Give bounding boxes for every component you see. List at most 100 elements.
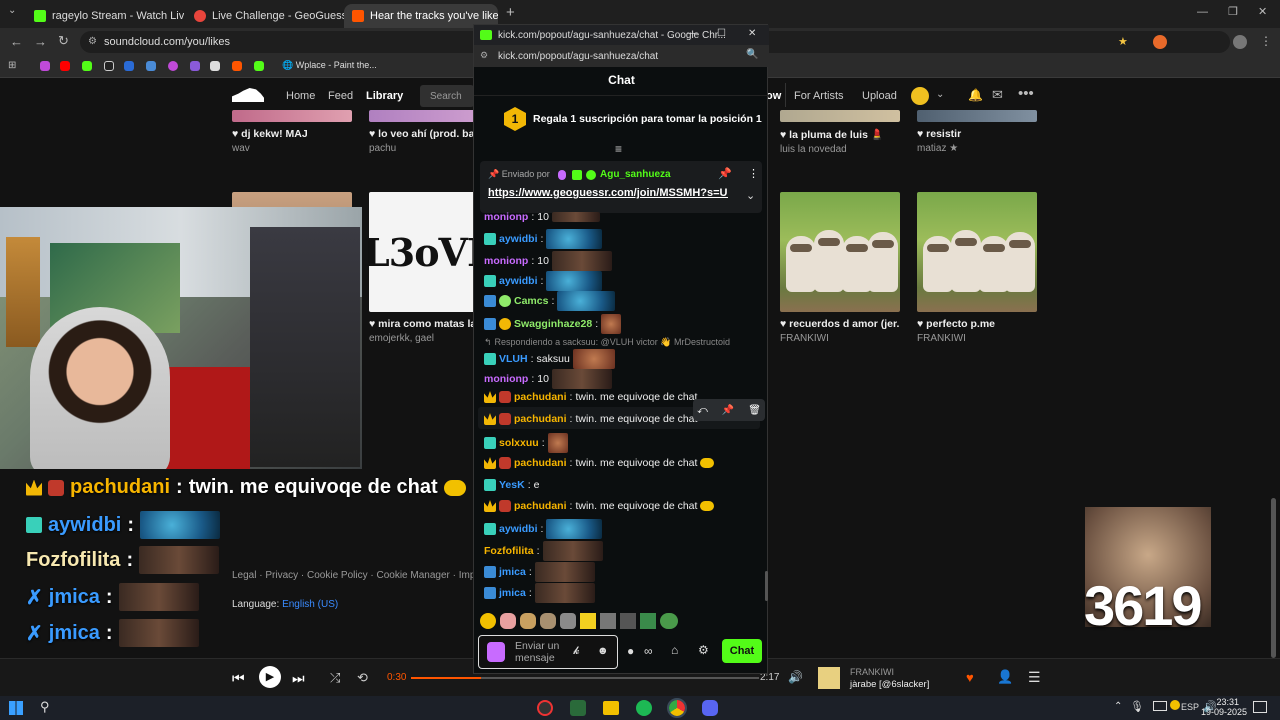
file-explorer-icon[interactable] — [603, 701, 619, 715]
track-card[interactable]: ♥ recuerdos d amor (jer... FRANKIWI — [780, 192, 900, 344]
chat-message[interactable]: aywidbi: — [484, 229, 603, 249]
popup-close-icon[interactable]: ✕ — [748, 28, 756, 39]
bookmark-soundcloud-icon[interactable] — [232, 61, 242, 71]
apps-grid-icon[interactable]: ⊞ — [8, 60, 16, 71]
close-window-icon[interactable]: ✕ — [1258, 5, 1267, 18]
search-input[interactable]: Search — [420, 85, 474, 107]
tab-kick[interactable]: rageylo Stream - Watch Live on ✕ — [26, 4, 184, 28]
track-artwork[interactable] — [369, 110, 489, 122]
emote-icon[interactable] — [500, 613, 516, 629]
chat-username[interactable]: pachudani — [514, 413, 567, 425]
track-artwork-cats[interactable] — [780, 192, 900, 312]
bookmark-tiktok-icon[interactable] — [104, 61, 114, 71]
expand-chevron-icon[interactable]: ⌄ — [746, 189, 755, 202]
previous-track-icon[interactable]: ⏮ — [232, 670, 245, 687]
bookmark-twitch-icon[interactable] — [40, 61, 50, 71]
emote-icon[interactable] — [560, 613, 576, 629]
track-card[interactable]: ♥ la pluma de luis 💄 luis la novedad — [780, 110, 900, 155]
follow-user-icon[interactable]: 👤 — [997, 669, 1013, 685]
track-title[interactable]: ♥ resistir — [917, 128, 1037, 140]
site-info-icon[interactable]: ⚙ — [88, 36, 97, 47]
track-card[interactable]: L3oVE ♥ mira como matas la emojerkk, gae… — [363, 192, 496, 344]
emote-icon[interactable] — [600, 613, 616, 629]
nav-home[interactable]: Home — [286, 90, 315, 102]
shuffle-icon[interactable]: ⤮ — [330, 670, 340, 686]
player-artist[interactable]: FRANKIWI — [850, 667, 894, 677]
restore-icon[interactable]: ❐ — [1228, 5, 1238, 18]
messages-icon[interactable]: ✉ — [992, 87, 1003, 103]
chat-username[interactable]: Camcs — [514, 295, 548, 307]
language-link[interactable]: English (US) — [282, 599, 338, 610]
subscription-banner[interactable]: Regala 1 suscripción para tomar la posic… — [533, 113, 762, 125]
chat-message[interactable]: solxxuu: — [484, 433, 568, 453]
tab-geoguessr[interactable]: Live Challenge - GeoGuessr ✕ — [186, 4, 344, 28]
user-avatar[interactable] — [911, 87, 929, 105]
emote-icon[interactable] — [660, 613, 678, 629]
chat-username[interactable]: aywidbi — [499, 275, 538, 287]
repeat-icon[interactable]: ⟲ — [357, 670, 368, 686]
chat-username[interactable]: Swagginhaze28 — [514, 318, 592, 330]
chat-message[interactable]: pachudani: twin. me equivoqe de chat — [484, 391, 697, 403]
reply-action-icon[interactable]: ⤺ — [697, 405, 708, 416]
reload-icon[interactable]: ↻ — [58, 33, 69, 49]
bookmark-kick-icon[interactable] — [254, 61, 264, 71]
chat-username[interactable]: Fozfofilita — [484, 545, 534, 557]
chat-users-icon[interactable]: ● — [627, 644, 634, 658]
windows-start-icon[interactable] — [9, 701, 23, 715]
menu-kebab-icon[interactable]: ⋮ — [1260, 34, 1272, 48]
nav-feed[interactable]: Feed — [328, 90, 353, 102]
minimize-icon[interactable]: — — [1197, 6, 1208, 18]
tray-app-icon[interactable] — [1153, 701, 1167, 711]
settings-gear-icon[interactable]: ⚙ — [698, 643, 709, 657]
tray-mic-icon[interactable]: 🎙 — [1130, 700, 1144, 713]
chat-message[interactable]: aywidbi: — [484, 519, 603, 539]
chat-message[interactable]: pachudani: twin. me equivoqe de chat — [484, 413, 697, 425]
bookmark-site-icon[interactable] — [190, 61, 200, 71]
track-artwork[interactable] — [917, 110, 1037, 122]
track-artist[interactable]: FRANKIWI — [780, 333, 900, 344]
chat-username[interactable]: YesK — [499, 479, 525, 491]
new-tab-icon[interactable]: + — [506, 4, 515, 21]
queue-icon[interactable]: ☰ — [1028, 669, 1041, 686]
notifications-bell-icon[interactable]: 🔔 — [968, 88, 983, 102]
play-button[interactable]: ▶ — [259, 666, 281, 688]
chat-username[interactable]: jmica — [499, 566, 526, 578]
taskbar-app-icon[interactable] — [570, 700, 586, 716]
track-card[interactable]: ♥ dj kekw! MAJ wav — [232, 110, 352, 154]
chat-username[interactable]: monionp — [484, 211, 528, 223]
forward-icon[interactable]: → — [34, 34, 47, 49]
track-thumbnail[interactable] — [818, 667, 840, 689]
track-artist[interactable]: matiaz ★ — [917, 143, 1037, 154]
track-card[interactable]: ♥ perfecto p.me FRANKIWI — [917, 192, 1037, 344]
bookmark-site-icon[interactable] — [210, 61, 220, 71]
soundcloud-logo-icon[interactable] — [232, 88, 264, 102]
chat-message[interactable]: monionp: 10 — [484, 251, 612, 271]
track-title[interactable]: ♥ mira como matas la — [369, 318, 489, 330]
taskbar-app-icon[interactable] — [537, 700, 553, 716]
bookmark-site-icon[interactable] — [168, 61, 178, 71]
pin-icon[interactable]: 📌 — [718, 167, 732, 180]
track-title[interactable]: ♥ dj kekw! MAJ — [232, 128, 352, 140]
chat-message[interactable]: pachudani: twin. me equivoqe de chat — [484, 457, 715, 469]
spotify-icon[interactable] — [636, 700, 652, 716]
emote-icon[interactable] — [520, 613, 536, 629]
collapse-filter-icon[interactable]: ≡ — [615, 142, 622, 156]
chat-username[interactable]: solxxuu — [499, 437, 539, 449]
emote-icon[interactable] — [580, 613, 596, 629]
chat-username[interactable]: pachudani — [514, 457, 567, 469]
popup-maximize-icon[interactable]: ☐ — [717, 28, 726, 39]
chat-message[interactable]: YesK: e — [484, 479, 539, 491]
notifications-icon[interactable] — [1253, 701, 1267, 713]
track-artwork-cats[interactable] — [917, 192, 1037, 312]
taskbar-search-icon[interactable]: ⚲ — [40, 699, 50, 715]
more-icon[interactable]: ••• — [1018, 85, 1034, 102]
chat-message[interactable]: Swagginhaze28: — [484, 314, 622, 334]
chat-message[interactable]: monionp: 10 — [484, 369, 612, 389]
track-title[interactable]: ♥ recuerdos d amor (jer... — [780, 318, 900, 330]
send-chat-button[interactable]: Chat — [722, 639, 762, 663]
track-card[interactable]: ♥ resistir matiaz ★ — [917, 110, 1037, 154]
track-artist[interactable]: emojerkk, gael — [369, 333, 489, 344]
chrome-icon[interactable] — [667, 698, 687, 718]
chat-scrollbar[interactable] — [765, 571, 768, 601]
store-icon[interactable]: ⌂ — [671, 643, 678, 657]
